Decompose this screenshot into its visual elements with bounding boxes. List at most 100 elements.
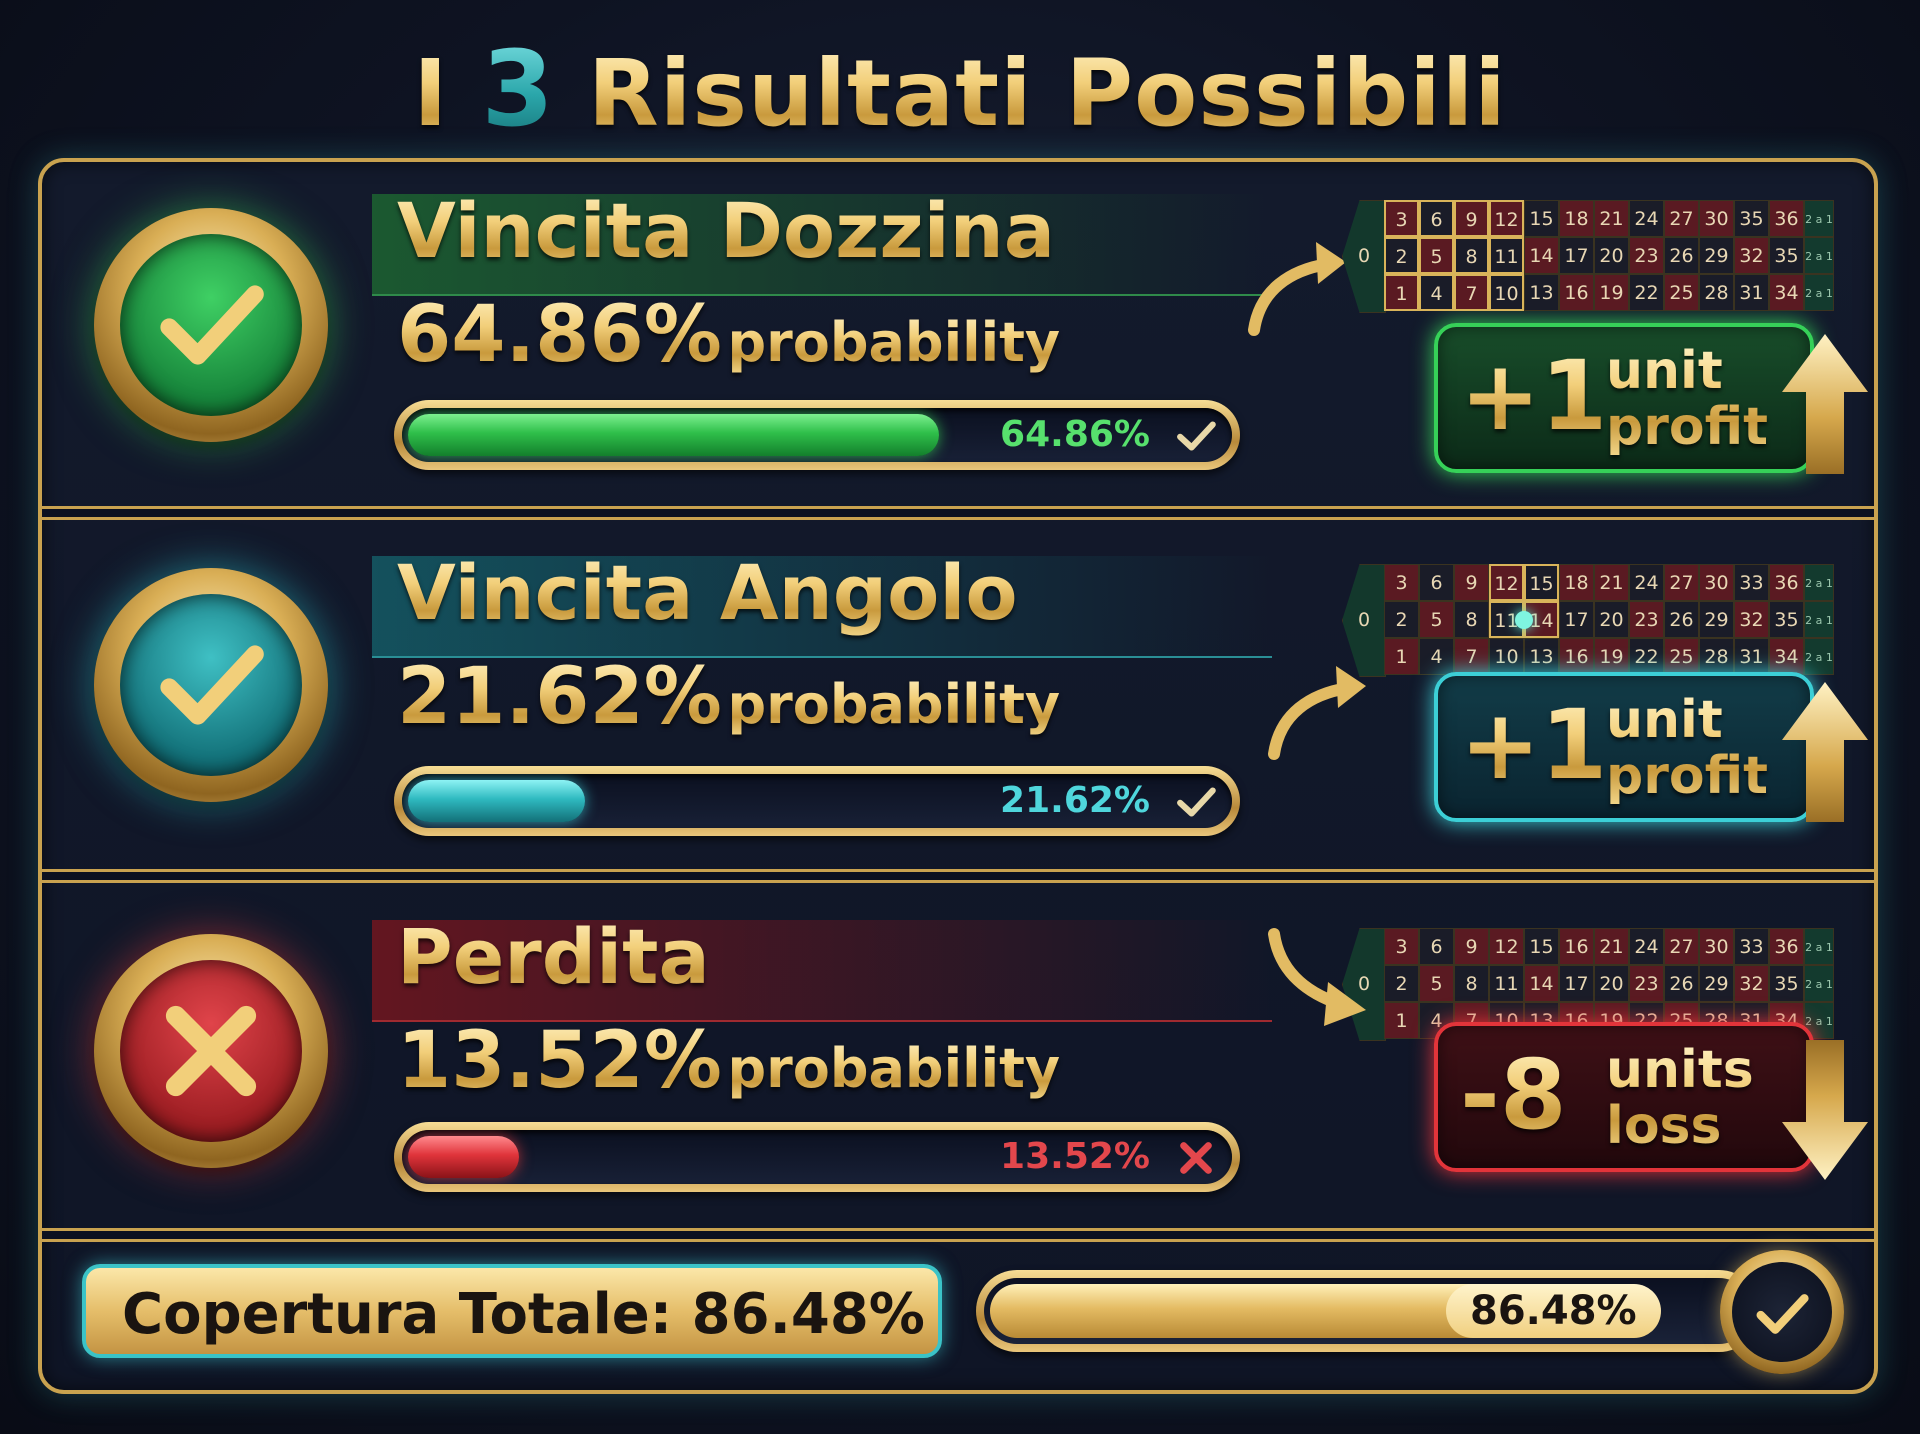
coverage-label: Copertura Totale: 86.48% (122, 1282, 925, 1347)
roulette-number-cell: 29 (1699, 237, 1734, 274)
roulette-number-cell: 2 (1384, 601, 1419, 638)
roulette-number-cell: 29 (1699, 965, 1734, 1002)
roulette-number-cell: 35 (1769, 601, 1804, 638)
check-icon (160, 645, 264, 725)
probability-text: 21.62% probability (397, 652, 1060, 742)
x-icon (1180, 1142, 1212, 1174)
profit-text: unit profit (1606, 692, 1768, 804)
roulette-number-cell: 12 (1489, 564, 1524, 601)
outcome-row-perdita: Perdita 13.52% probability 13.52% 0 3 6 9 12… (42, 894, 1874, 1224)
status-badge (94, 208, 328, 442)
roulette-number-cell: 30 (1699, 200, 1734, 237)
check-icon (1177, 787, 1216, 817)
probability-word: probability (727, 311, 1061, 374)
roulette-number-cell: 8 (1454, 965, 1489, 1002)
roulette-number-cell: 24 (1629, 564, 1664, 601)
profit-unit: unit (1606, 341, 1723, 401)
coverage-check-badge (1720, 1250, 1844, 1374)
roulette-number-cell: 36 (1769, 200, 1804, 237)
roulette-number-cell: 26 (1664, 965, 1699, 1002)
status-badge (94, 568, 328, 802)
roulette-number-cell: 11 (1489, 237, 1524, 274)
probability-fill (408, 1136, 519, 1178)
roulette-number-cell: 27 (1664, 564, 1699, 601)
roulette-number-cell: 16 (1559, 638, 1594, 675)
roulette-number-cell: 22 (1629, 638, 1664, 675)
roulette-number-cell: 26 (1664, 237, 1699, 274)
roulette-number-cell: 6 (1419, 200, 1454, 237)
roulette-number-cell: 3 (1384, 928, 1419, 965)
profit-word: profit (1606, 746, 1768, 806)
roulette-number-cell: 28 (1699, 274, 1734, 311)
loss-text: units loss (1606, 1042, 1754, 1154)
probability-value: 64.86% (397, 290, 722, 380)
loss-word: loss (1606, 1096, 1722, 1156)
roulette-number-cell: 34 (1769, 638, 1804, 675)
corner-chip-marker (1515, 610, 1533, 629)
roulette-number-cell: 15 (1524, 564, 1559, 601)
probability-value: 13.52% (397, 1016, 722, 1106)
roulette-number-cell: 9 (1454, 200, 1489, 237)
roulette-number-cell: 23 (1629, 237, 1664, 274)
loss-value: -8 (1460, 1039, 1567, 1151)
roulette-column-bet-cell: 2 a 1 (1804, 564, 1834, 601)
roulette-number-cell: 16 (1559, 928, 1594, 965)
outcome-title: Perdita (397, 912, 710, 1001)
roulette-number-cell: 28 (1699, 638, 1734, 675)
roulette-number-cell: 4 (1419, 274, 1454, 311)
roulette-number-cell: 5 (1419, 237, 1454, 274)
row-divider (42, 506, 1874, 520)
title-prefix: I (413, 40, 449, 147)
roulette-number-cell: 33 (1734, 928, 1769, 965)
roulette-number-cell: 6 (1419, 928, 1454, 965)
probability-bar: 64.86% (394, 400, 1240, 470)
title-number: 3 (481, 28, 555, 150)
arrow-down-icon (1782, 1040, 1868, 1180)
curved-arrow-icon (1248, 242, 1346, 336)
profit-value: +1 (1460, 689, 1608, 801)
roulette-number-cell: 24 (1629, 928, 1664, 965)
roulette-number-cell: 12 (1489, 200, 1524, 237)
curved-arrow-icon (1268, 666, 1366, 760)
roulette-number-cell: 5 (1419, 601, 1454, 638)
roulette-number-cell: 36 (1769, 928, 1804, 965)
coverage-label-box: Copertura Totale: 86.48% (82, 1264, 942, 1358)
roulette-number-cell: 9 (1454, 564, 1489, 601)
curved-arrow-icon (1268, 928, 1366, 1026)
probability-value: 21.62% (397, 652, 722, 742)
probability-bar: 13.52% (394, 1122, 1240, 1192)
roulette-number-cell: 26 (1664, 601, 1699, 638)
x-icon (165, 1005, 257, 1097)
probability-fill (408, 414, 939, 456)
roulette-number-cell: 9 (1454, 928, 1489, 965)
row-divider (42, 1228, 1874, 1242)
roulette-number-cell: 17 (1559, 237, 1594, 274)
profit-text: unit profit (1606, 343, 1768, 455)
bar-label: 64.86% (1000, 414, 1150, 455)
profit-word: profit (1606, 397, 1768, 457)
roulette-number-cell: 29 (1699, 601, 1734, 638)
page-title: I 3 Risultati Possibili (0, 28, 1920, 150)
roulette-number-cell: 17 (1559, 601, 1594, 638)
roulette-number-cell: 35 (1734, 200, 1769, 237)
roulette-number-cell: 23 (1629, 601, 1664, 638)
probability-text: 13.52% probability (397, 1016, 1060, 1106)
roulette-number-cell: 21 (1594, 564, 1629, 601)
roulette-column-bet-cell: 2 a 1 (1804, 274, 1834, 311)
roulette-number-cell: 19 (1594, 274, 1629, 311)
probability-word: probability (727, 673, 1061, 736)
profit-box: +1 unit profit (1434, 323, 1814, 473)
roulette-column-bet-cell: 2 a 1 (1804, 928, 1834, 965)
roulette-number-cell: 12 (1489, 928, 1524, 965)
roulette-number-cell: 2 (1384, 237, 1419, 274)
roulette-number-cell: 30 (1699, 564, 1734, 601)
roulette-number-cell: 18 (1559, 200, 1594, 237)
roulette-column-bet-cell: 2 a 1 (1804, 237, 1834, 274)
roulette-number-cell: 13 (1524, 274, 1559, 311)
bar-label: 13.52% (1000, 1136, 1150, 1177)
probability-word: probability (727, 1037, 1061, 1100)
roulette-column-bet-cell: 2 a 1 (1804, 601, 1834, 638)
roulette-number-cell: 3 (1384, 200, 1419, 237)
roulette-number-cell: 14 (1524, 237, 1559, 274)
roulette-number-cell: 15 (1524, 928, 1559, 965)
